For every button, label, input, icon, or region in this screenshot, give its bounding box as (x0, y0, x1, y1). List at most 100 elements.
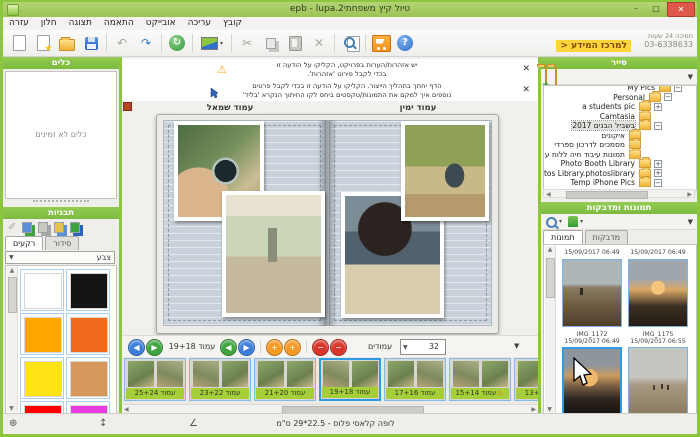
menu-help[interactable]: עזרה (3, 17, 35, 30)
filter-photos-button[interactable]: ▾ (568, 216, 583, 227)
browse-folder-button[interactable] (555, 67, 557, 86)
add-template-icon[interactable] (22, 222, 32, 233)
remove-template-icon[interactable] (38, 222, 48, 233)
scrollbar-thumb[interactable] (282, 406, 424, 413)
swatch-dark-orange[interactable] (66, 313, 110, 355)
close-button[interactable]: ✕ (667, 2, 695, 17)
menu-view[interactable]: תצוגה (63, 17, 98, 30)
scroll-left-icon[interactable]: ◀ (546, 191, 551, 198)
prev-spread-button[interactable]: ▶ (146, 339, 163, 356)
close-icon[interactable]: ✕ (522, 85, 530, 95)
redo-button[interactable]: ↷ (135, 33, 157, 53)
info-center-link[interactable]: למרכז המידע < (556, 40, 631, 52)
tree-item-label[interactable]: My Pics (627, 85, 655, 92)
filmstrip-scrollbar[interactable]: ◀ ▶ (122, 404, 538, 413)
open-button[interactable] (56, 33, 78, 53)
help-button[interactable]: ? (394, 33, 416, 53)
last-spread-button[interactable]: ▶ (238, 339, 255, 356)
tree-item[interactable]: +a students pic (544, 102, 696, 112)
spread-thumb-12-13[interactable]: עמוד 13+12 (514, 358, 538, 401)
scroll-right-icon[interactable]: ▶ (687, 191, 692, 198)
photo-thumb[interactable] (628, 347, 688, 415)
spread-canvas[interactable]: עמוד שמאל עמוד ימין (122, 101, 538, 335)
tree-item-label[interactable]: תמונות עיבוד חיה ללוח ע (545, 150, 625, 159)
minimize-button[interactable]: – (627, 2, 645, 15)
swatch-white[interactable] (20, 269, 64, 311)
tree-item[interactable]: − My Pics (544, 85, 696, 93)
tree-item[interactable]: −Personal (544, 93, 696, 103)
new-project-button[interactable]: ★ (32, 33, 54, 53)
first-spread-button[interactable]: ◀ (128, 339, 145, 356)
menu-object[interactable]: אובייקט (140, 17, 182, 30)
add-folder-button[interactable]: + (545, 67, 547, 86)
spread-thumb-20-21[interactable]: עמוד 21+20 (254, 358, 316, 401)
photo-girl-walking[interactable] (222, 191, 325, 317)
explorer-options-button[interactable]: ▼ (688, 73, 693, 81)
tab-images[interactable]: תמונות (543, 230, 583, 244)
tab-order[interactable]: סידור (45, 236, 79, 250)
tree-item-label[interactable]: Photos Library.photoslibrary (543, 169, 635, 178)
tree-item[interactable]: Camtasia (544, 112, 696, 122)
add-page-before-button[interactable]: + (266, 339, 283, 356)
tree-item-label[interactable]: איקונים (601, 131, 625, 140)
collapse-icon[interactable]: − (674, 85, 682, 92)
tree-item[interactable]: +Photo Booth Library (544, 159, 696, 169)
panel-splitter[interactable] (33, 200, 89, 205)
zoom-thumbnails-button[interactable]: ▾ (545, 216, 562, 228)
tree-item-selected[interactable]: −בשביל הבנים 2017 (544, 121, 696, 131)
swatch-scrollbar[interactable]: ▲ ▼ (7, 267, 18, 412)
sync-button[interactable]: ↻ (166, 33, 188, 53)
scroll-up-icon[interactable]: ▲ (7, 267, 17, 274)
swatch-orange[interactable] (20, 313, 64, 355)
maximize-button[interactable]: □ (647, 2, 665, 15)
add-page-after-button[interactable]: + (284, 339, 301, 356)
photo-thumb-img-1175[interactable] (628, 259, 688, 327)
apply-template-icon[interactable]: ✐ (8, 222, 16, 234)
spread-thumb-22-23[interactable]: עמוד 23+22 (189, 358, 251, 401)
title-bar[interactable]: טיול קיץ משפחתי2.epb - lupa – □ ✕ (3, 2, 697, 17)
scroll-right-icon[interactable]: ▶ (531, 406, 536, 413)
save-button[interactable] (80, 33, 102, 53)
move-icon[interactable]: ↕ (99, 418, 107, 429)
new-document-button[interactable] (8, 33, 30, 53)
tree-item[interactable]: − Temp iPhone Pics (544, 178, 696, 188)
collapse-icon[interactable]: − (664, 93, 672, 101)
expand-icon[interactable]: + (654, 169, 662, 177)
order-cart-button[interactable] (370, 33, 392, 53)
tab-backgrounds[interactable]: רקעים (5, 236, 43, 250)
undo-button[interactable]: ↶ (111, 33, 133, 53)
collapse-icon[interactable]: − (654, 179, 662, 187)
scroll-up-icon[interactable]: ▲ (545, 246, 555, 253)
scrollbar-thumb[interactable] (8, 277, 17, 313)
scroll-down-icon[interactable]: ▼ (545, 406, 554, 413)
remove-page-button[interactable]: − (312, 339, 329, 356)
tree-item-label[interactable]: Camtasia (600, 112, 635, 121)
bleed-notification[interactable]: הדף יחתך בתהליך הייצור. הקליקו על הודעה … (122, 80, 538, 102)
target-icon[interactable]: ⊕ (9, 418, 17, 429)
spread-thumb-16-17[interactable]: עמוד 17+16 (384, 358, 446, 401)
close-icon[interactable]: ✕ (522, 64, 530, 74)
swatch-tan[interactable] (66, 357, 110, 399)
page-preview-button[interactable] (339, 33, 361, 53)
preview-image-button[interactable]: ▾ (197, 33, 227, 53)
expand-icon[interactable]: + (654, 103, 662, 111)
swatch-yellow[interactable] (20, 357, 64, 399)
copy-button[interactable] (260, 33, 282, 53)
tree-item-label[interactable]: Temp iPhone Pics (570, 178, 635, 187)
pages-count-select[interactable]: 32 ▼ (400, 339, 446, 355)
menu-file[interactable]: קובץ (217, 17, 248, 30)
next-spread-button[interactable]: ◀ (220, 339, 237, 356)
delete-button[interactable]: ✕ (308, 33, 330, 53)
scrollbar-thumb[interactable] (566, 191, 648, 199)
photo-thumb-img-1172[interactable] (562, 259, 622, 327)
photobook-spread[interactable] (156, 114, 499, 334)
scroll-down-icon[interactable]: ▼ (7, 405, 16, 412)
tree-item-label[interactable]: בשביל הבנים 2017 (572, 121, 635, 130)
manage-templates-icon[interactable] (70, 222, 80, 233)
thumbnails-scrollbar[interactable]: ▲ ▼ (545, 246, 556, 413)
spread-thumb-14-15[interactable]: ⚠עמוד 15+14 (449, 358, 511, 401)
swatch-black[interactable] (66, 269, 110, 311)
tree-item[interactable]: איקונים (544, 131, 696, 141)
background-type-select[interactable]: צבע ▼ (5, 251, 115, 264)
angle-icon[interactable]: ∠ (189, 418, 198, 429)
